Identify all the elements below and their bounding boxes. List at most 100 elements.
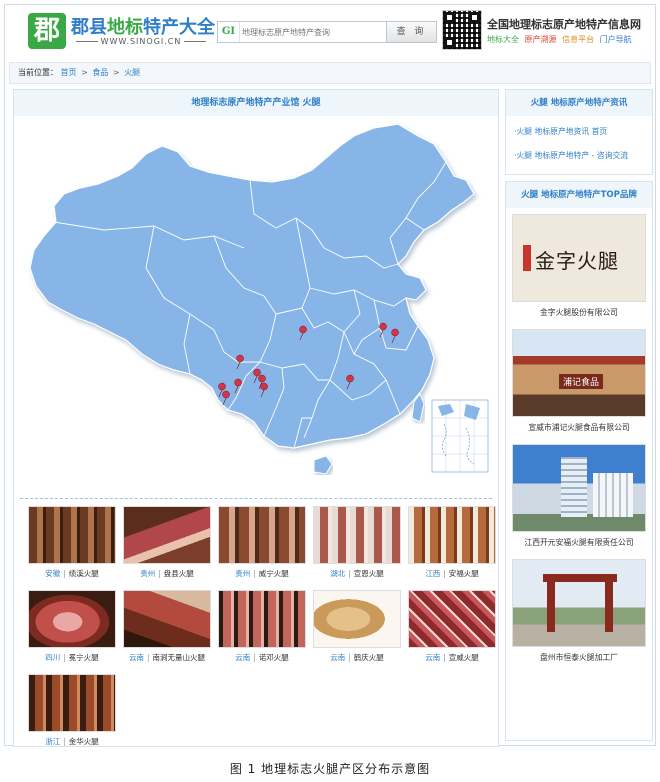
product-province[interactable]: 安徽 [45, 569, 60, 578]
product-caption: 江西 | 安福火腿 [425, 569, 479, 578]
product-card[interactable]: 贵州 | 威宁火腿 [218, 506, 306, 579]
brand-photo [512, 444, 646, 532]
product-card[interactable]: 江西 | 安福火腿 [408, 506, 496, 579]
product-name[interactable]: 宣恩火腿 [354, 569, 384, 578]
figure-caption: 图 1 地理标志火腿产区分布示意图 [229, 762, 431, 776]
building-icon [561, 457, 587, 517]
product-card[interactable]: 安徽 | 绩溪火腿 [28, 506, 116, 579]
breadcrumb-food[interactable]: 食品 [92, 68, 108, 77]
site-logo-icon[interactable]: 郡 [28, 13, 66, 49]
product-photo [123, 506, 211, 564]
sidebar: 火腿 地标原产地特产资讯 ·火腿 地标原产地资讯 首页 ·火腿 地标原产地特产 … [505, 89, 653, 747]
product-photo [408, 506, 496, 564]
product-card[interactable]: 云南 | 宣威火腿 [408, 590, 496, 663]
product-name[interactable]: 威宁火腿 [259, 569, 289, 578]
product-photo [218, 590, 306, 648]
news-list: ·火腿 地标原产地资讯 首页 ·火腿 地标原产地特产 - 咨询交流 [506, 116, 652, 174]
product-caption: 云南 | 宣威火腿 [425, 653, 479, 662]
product-name[interactable]: 诺邓火腿 [259, 653, 289, 662]
network-link-traceability[interactable]: 原产溯源 [525, 35, 557, 44]
product-photo [123, 590, 211, 648]
network-link-portal[interactable]: 门户导航 [600, 35, 632, 44]
product-caption: 湖北 | 宣恩火腿 [330, 569, 384, 578]
brand-card[interactable]: 金字火腿 金字火腿股份有限公司 [512, 214, 646, 323]
product-caption: 贵州 | 盘县火腿 [140, 569, 194, 578]
brand-card[interactable]: 盘州市恒泰火腿加工厂 [512, 559, 646, 668]
map-mainland-shape [29, 123, 475, 449]
product-caption: 四川 | 冕宁火腿 [45, 653, 99, 662]
brand-logo-text: 浦记食品 [559, 374, 604, 389]
product-photo [313, 590, 401, 648]
product-photo [28, 590, 116, 648]
news-link[interactable]: ·火腿 地标原产地特产 - 咨询交流 [514, 144, 644, 168]
breadcrumb-home[interactable]: 首页 [61, 68, 77, 77]
breadcrumb-ham[interactable]: 火腿 [124, 68, 140, 77]
gi-icon: GI [218, 22, 240, 42]
product-province[interactable]: 湖北 [330, 569, 345, 578]
brands-title: 火腿 地标原产地特产TOP品牌 [506, 182, 652, 208]
product-name[interactable]: 宣威火腿 [449, 653, 479, 662]
network-link-info-platform[interactable]: 信息平台 [562, 35, 594, 44]
network-title: 全国地理标志原产地特产信息网 [487, 18, 641, 31]
product-name[interactable]: 绩溪火腿 [69, 569, 99, 578]
product-name[interactable]: 鹤庆火腿 [354, 653, 384, 662]
product-province[interactable]: 四川 [45, 653, 60, 662]
product-card[interactable]: 贵州 | 盘县火腿 [123, 506, 211, 579]
industry-hall-panel: 地理标志原产地特产产业馆 火腿 安徽 | 绩溪火腿 贵州 | 盘县火腿 贵州 |… [13, 89, 499, 747]
product-province[interactable]: 云南 [425, 653, 440, 662]
product-province[interactable]: 江西 [425, 569, 440, 578]
news-panel: 火腿 地标原产地特产资讯 ·火腿 地标原产地资讯 首页 ·火腿 地标原产地特产 … [505, 89, 653, 175]
product-card[interactable]: 云南 | 鹤庆火腿 [313, 590, 401, 663]
product-province[interactable]: 云南 [235, 653, 250, 662]
brand-photo: 金字火腿 [512, 214, 646, 302]
product-photo [28, 674, 116, 732]
product-photo [218, 506, 306, 564]
product-name[interactable]: 南涧无量山火腿 [153, 653, 206, 662]
product-card[interactable]: 湖北 | 宣恩火腿 [313, 506, 401, 579]
product-name[interactable]: 冕宁火腿 [69, 653, 99, 662]
news-title: 火腿 地标原产地特产资讯 [506, 90, 652, 116]
brand-name[interactable]: 宣威市浦记火腿食品有限公司 [512, 417, 646, 438]
brand-card[interactable]: 江西开元安福火腿有限责任公司 [512, 444, 646, 553]
brand-logo-text: 金字火腿 [535, 249, 619, 273]
product-name[interactable]: 盘县火腿 [164, 569, 194, 578]
china-map-svg [29, 123, 489, 475]
news-link[interactable]: ·火腿 地标原产地资讯 首页 [514, 120, 644, 144]
brand-photo [512, 559, 646, 647]
breadcrumb-separator: > [112, 68, 120, 77]
product-province[interactable]: 浙江 [45, 737, 60, 746]
breadcrumb: 当前位置： 首页 > 食品 > 火腿 [9, 62, 651, 84]
product-card[interactable]: 云南 | 南涧无量山火腿 [123, 590, 211, 663]
network-link-directory[interactable]: 地标大全 [487, 35, 519, 44]
brand-name[interactable]: 盘州市恒泰火腿加工厂 [512, 647, 646, 668]
product-name[interactable]: 金华火腿 [69, 737, 99, 746]
brand-name[interactable]: 金字火腿股份有限公司 [512, 302, 646, 323]
site-header: 郡 郡县地标特产大全 WWW.SINOGI.CN GI 查 询 全国地理标志原产… [5, 5, 655, 57]
search-input[interactable] [242, 24, 384, 40]
title-part-1: 郡县 [71, 17, 107, 38]
product-card[interactable]: 云南 | 诺邓火腿 [218, 590, 306, 663]
china-map[interactable] [14, 118, 498, 494]
product-name[interactable]: 安福火腿 [449, 569, 479, 578]
map-hainan-shape [313, 455, 333, 475]
breadcrumb-prefix: 当前位置： [18, 68, 58, 77]
product-caption: 贵州 | 威宁火腿 [235, 569, 289, 578]
qr-code-icon [442, 10, 482, 50]
section-divider [20, 498, 492, 499]
product-province[interactable]: 贵州 [140, 569, 155, 578]
product-province[interactable]: 贵州 [235, 569, 250, 578]
product-photo [28, 506, 116, 564]
product-card[interactable]: 四川 | 冕宁火腿 [28, 590, 116, 663]
product-province[interactable]: 云南 [330, 653, 345, 662]
brand-name[interactable]: 江西开元安福火腿有限责任公司 [512, 532, 646, 553]
brand-card[interactable]: 浦记食品 宣威市浦记火腿食品有限公司 [512, 329, 646, 438]
product-province[interactable]: 云南 [129, 653, 144, 662]
seal-icon [523, 245, 531, 271]
page-frame: 郡 郡县地标特产大全 WWW.SINOGI.CN GI 查 询 全国地理标志原产… [4, 4, 656, 747]
site-title[interactable]: 郡县地标特产大全 [71, 13, 215, 39]
product-caption: 云南 | 南涧无量山火腿 [128, 653, 206, 662]
title-part-2: 地标 [107, 17, 143, 38]
brands-panel: 火腿 地标原产地特产TOP品牌 金字火腿 金字火腿股份有限公司 浦记食品 宣威市… [505, 181, 653, 741]
product-card[interactable]: 浙江 | 金华火腿 [28, 674, 116, 747]
search-button[interactable]: 查 询 [386, 22, 436, 42]
